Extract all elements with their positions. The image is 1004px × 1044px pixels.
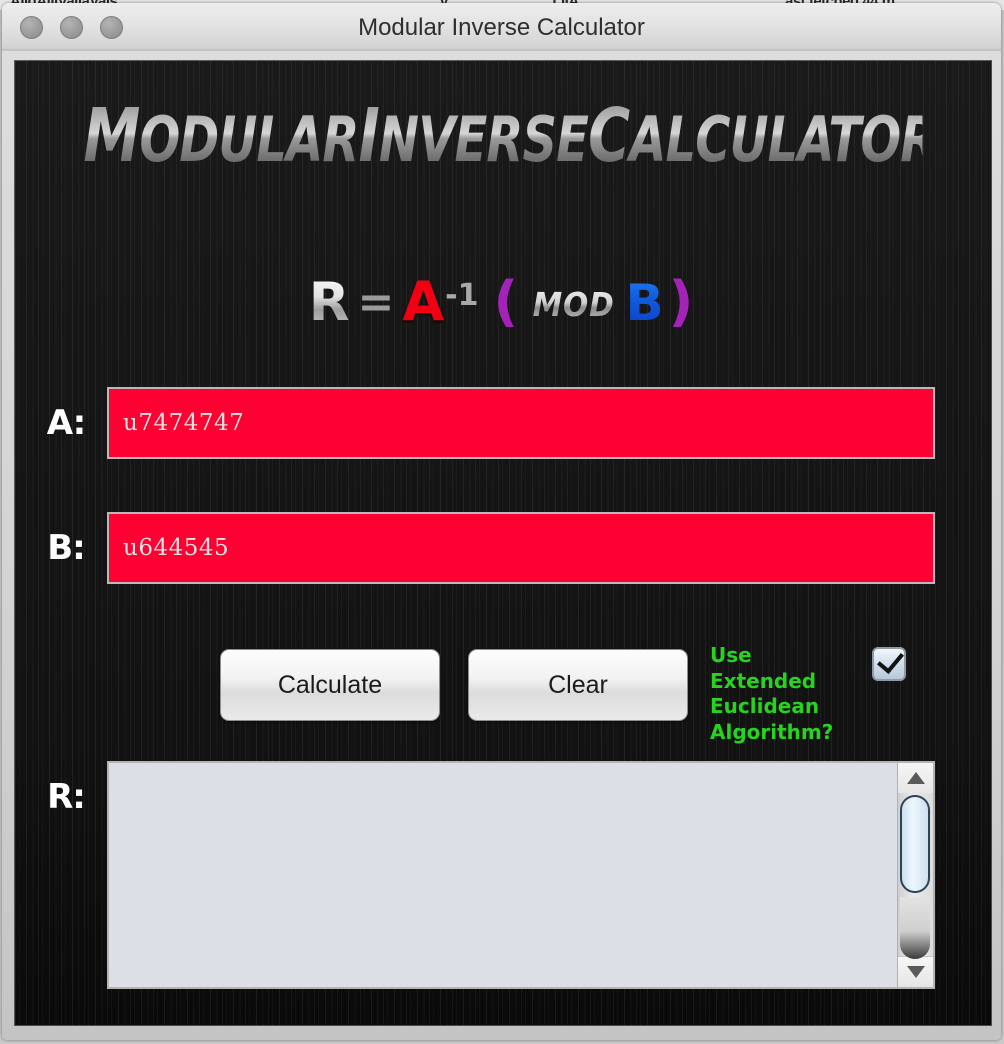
label-b: B:: [47, 528, 86, 568]
app-window: Modular Inverse Calculator MODULARINVERS…: [2, 3, 1001, 1040]
logo-cap-m: M: [83, 93, 140, 179]
app-logo-title: MODULARINVERSECALCULATOR: [83, 93, 922, 179]
formula-a: A: [402, 270, 445, 333]
euclidean-option-label: Use Extended Euclidean Algorithm?: [710, 643, 834, 744]
result-textarea[interactable]: [109, 763, 897, 987]
formula-b: B: [625, 274, 665, 332]
clear-button[interactable]: Clear: [468, 649, 688, 721]
euclidean-option-group: Use Extended Euclidean Algorithm?: [710, 643, 930, 745]
result-scrollbar[interactable]: [897, 763, 933, 987]
scrollbar-track[interactable]: [898, 793, 933, 959]
triangle-down-icon: [906, 966, 925, 978]
formula-paren-close: ): [668, 270, 694, 333]
window-title: Modular Inverse Calculator: [358, 14, 645, 41]
formula-graphic: R = A-1(MOD B): [15, 274, 991, 332]
scrollbar-thumb[interactable]: [900, 795, 930, 893]
screen: AIIdAlIIVaIIaVaIs v ..LIIA ast fetched 4…: [0, 0, 1004, 1044]
status-message: Multiple Fields Contain Invalid Numbers.: [15, 1022, 991, 1025]
input-a[interactable]: u7474747: [107, 387, 935, 459]
triangle-up-icon: [906, 772, 925, 784]
scrollbar-lower-track: [900, 897, 930, 959]
formula-exponent: -1: [445, 277, 479, 313]
result-panel: [107, 761, 935, 989]
logo-cap-i: I: [358, 93, 379, 179]
formula-mod: MOD: [532, 285, 615, 324]
logo-rest-modular: ODULAR: [139, 103, 359, 176]
scroll-up-button[interactable]: [898, 763, 933, 793]
label-a: A:: [46, 403, 87, 443]
euclidean-option-checkbox[interactable]: [872, 645, 906, 681]
formula-paren-open: (: [493, 270, 519, 333]
calculate-button[interactable]: Calculate: [220, 649, 440, 721]
input-b[interactable]: u644545: [107, 512, 935, 584]
field-row-a: A: u7474747: [25, 387, 935, 459]
logo-cap-c: C: [588, 93, 630, 179]
window-frame: MODULARINVERSECALCULATOR R = A-1 ( MOD B) A: …: [2, 51, 1001, 1040]
scroll-down-button[interactable]: [898, 956, 933, 987]
window-titlebar[interactable]: Modular Inverse Calculator: [2, 3, 1001, 52]
field-row-b: B: u644545: [25, 512, 935, 584]
logo-rest-calculator: ALCULATOR: [629, 103, 937, 176]
app-content-panel: MODULARINVERSECALCULATOR R = A-1 ( MOD B) A: …: [14, 60, 992, 1026]
label-r: R:: [47, 777, 86, 817]
action-buttons: Calculate Clear: [220, 649, 688, 721]
result-row: R:: [25, 761, 935, 989]
formula-equals-icon: =: [357, 277, 395, 328]
checkmark-icon: [877, 645, 904, 675]
formula-r: R: [308, 272, 350, 333]
logo-rest-inverse: NVERSE: [378, 103, 589, 176]
